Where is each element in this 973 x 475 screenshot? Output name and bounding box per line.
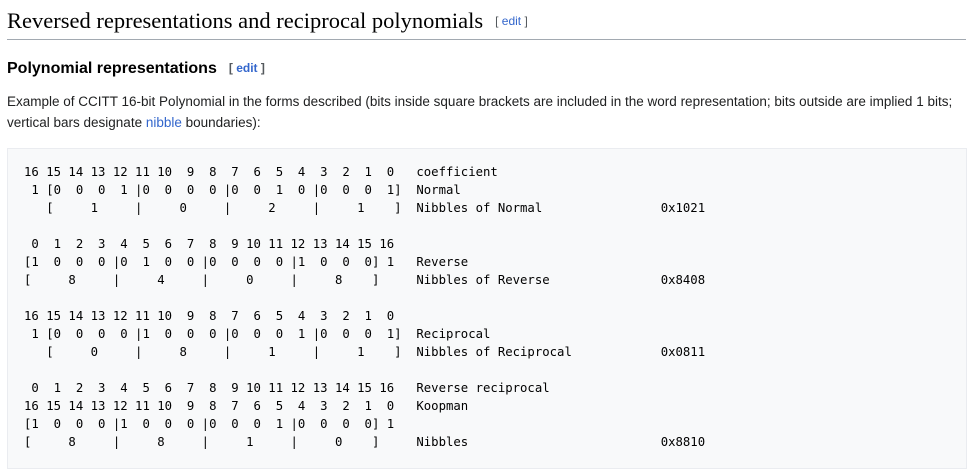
subsection-heading: Polynomial representations [ edit ]: [7, 58, 265, 79]
subsection-edit-link[interactable]: edit: [236, 61, 257, 75]
code-line: 0 1 2 3 4 5 6 7 8 9 10 11 12 13 14 15 16: [24, 237, 395, 251]
code-line: 16 15 14 13 12 11 10 9 8 7 6 5 4 3 2 1 0…: [24, 399, 469, 413]
subsection-title: Polynomial representations: [7, 60, 217, 77]
subsection-edit-link-wrapper: [ edit ]: [228, 61, 265, 75]
code-line: [1 0 0 0 |1 0 0 0 |0 0 0 1 |0 0 0 0] 1: [24, 417, 395, 431]
paragraph-text-after: boundaries):: [181, 115, 261, 130]
code-line: [ 1 | 0 | 2 | 1 ] Nibbles of Normal 0x10…: [24, 201, 706, 215]
nibble-link[interactable]: nibble: [146, 115, 182, 130]
section-heading: Reversed representations and reciprocal …: [7, 9, 966, 40]
code-line: 0 1 2 3 4 5 6 7 8 9 10 11 12 13 14 15 16…: [24, 381, 550, 395]
code-line: [ 8 | 8 | 1 | 0 ] Nibbles 0x8810: [24, 435, 706, 449]
code-line: [ 8 | 4 | 0 | 8 ] Nibbles of Reverse 0x8…: [24, 273, 706, 287]
section-title: Reversed representations and reciprocal …: [7, 8, 484, 33]
code-line: 16 15 14 13 12 11 10 9 8 7 6 5 4 3 2 1 0…: [24, 165, 498, 179]
code-line: 1 [0 0 0 1 |0 0 0 0 |0 0 1 0 |0 0 0 1] N…: [24, 183, 461, 197]
polynomial-code-block: 16 15 14 13 12 11 10 9 8 7 6 5 4 3 2 1 0…: [7, 148, 967, 469]
description-paragraph: Example of CCITT 16-bit Polynomial in th…: [7, 91, 957, 133]
section-edit-link[interactable]: edit: [502, 14, 521, 28]
code-line: 16 15 14 13 12 11 10 9 8 7 6 5 4 3 2 1 0: [24, 309, 395, 323]
code-line: [ 0 | 8 | 1 | 1 ] Nibbles of Reciprocal …: [24, 345, 706, 359]
code-line: 1 [0 0 0 0 |1 0 0 0 |0 0 0 1 |0 0 0 1] R…: [24, 327, 491, 341]
code-line: [1 0 0 0 |0 1 0 0 |0 0 0 0 |1 0 0 0] 1 R…: [24, 255, 469, 269]
section-edit-link-wrapper: [ edit ]: [495, 14, 528, 28]
